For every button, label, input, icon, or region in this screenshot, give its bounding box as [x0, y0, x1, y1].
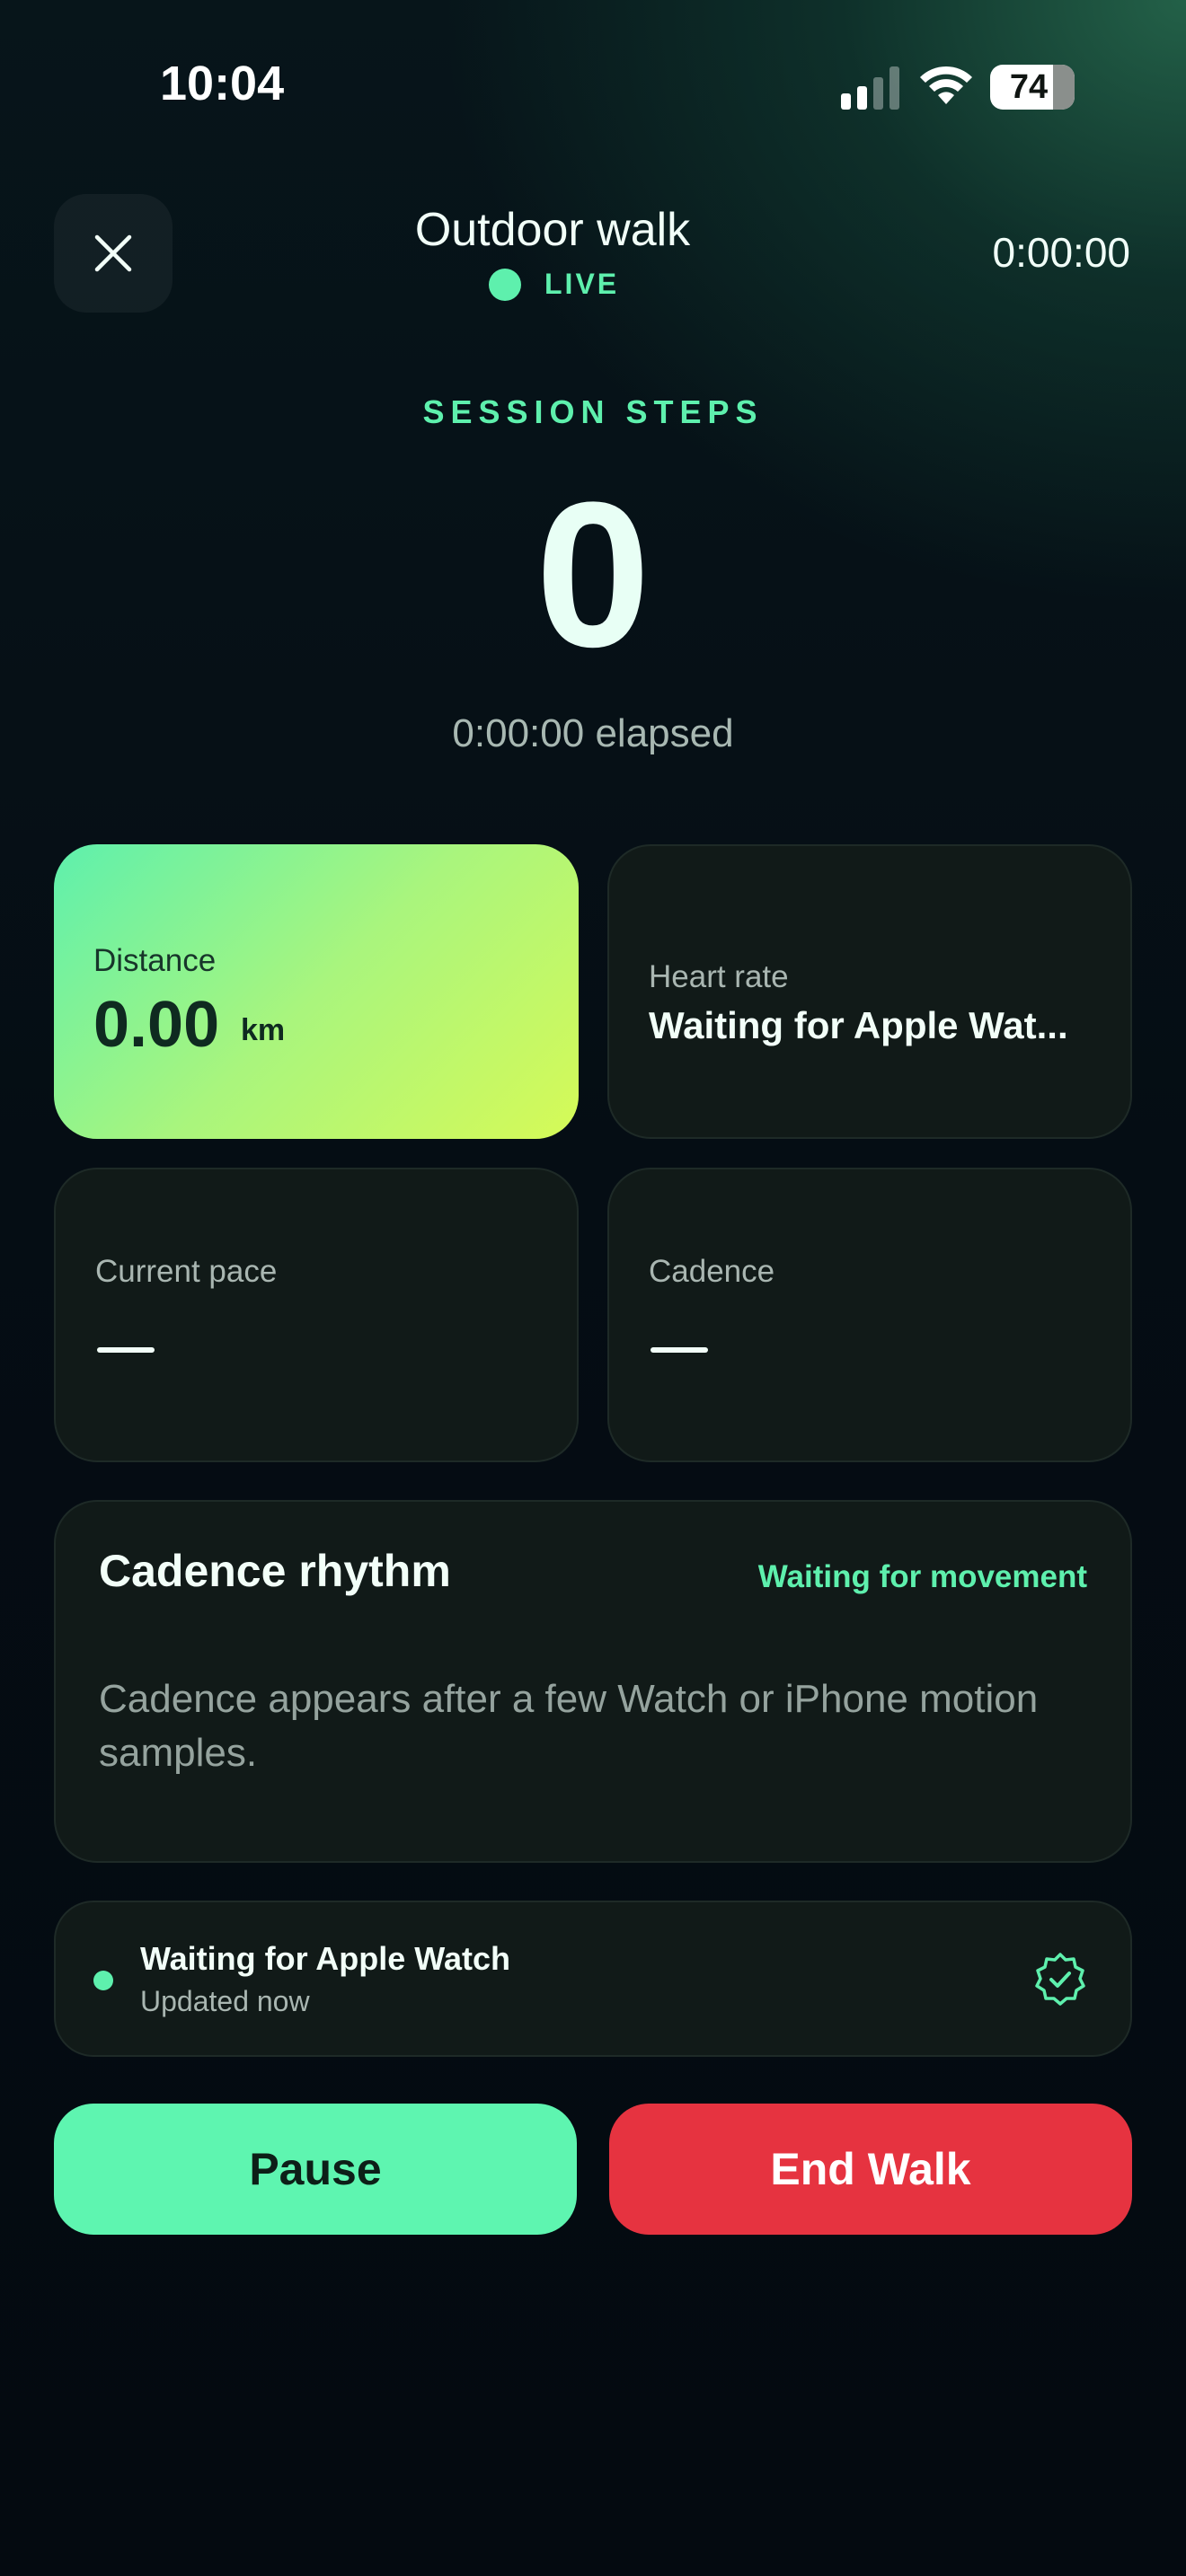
verified-badge-icon — [1035, 1953, 1085, 2006]
rhythm-description: Cadence appears after a few Watch or iPh… — [99, 1677, 1039, 1775]
cadence-empty-dash — [651, 1347, 708, 1353]
cadence-rhythm-card: Cadence rhythm Waiting for movement Cade… — [54, 1500, 1132, 1863]
rhythm-title: Cadence rhythm — [99, 1546, 451, 1596]
wifi-icon — [920, 66, 972, 104]
watch-status-subtitle: Updated now — [140, 1985, 310, 2017]
cellular-signal-icon — [841, 66, 900, 110]
watch-status-title: Waiting for Apple Watch — [140, 1940, 510, 1977]
page-title: Outdoor walk — [414, 204, 691, 256]
session-steps-label: SESSION STEPS — [422, 393, 764, 430]
cadence-card: Cadence — [607, 1168, 1132, 1462]
pause-button[interactable]: Pause — [54, 2104, 577, 2235]
status-dot-icon — [93, 1971, 113, 1990]
pace-card: Current pace — [54, 1168, 579, 1462]
battery-indicator: 74 — [990, 65, 1075, 110]
heart-rate-label: Heart rate — [649, 959, 789, 994]
end-walk-button[interactable]: End Walk — [609, 2104, 1132, 2235]
pace-label: Current pace — [95, 1254, 278, 1289]
live-indicator: LIVE — [489, 268, 619, 301]
distance-unit: km — [241, 1013, 286, 1047]
elapsed-time: 0:00:00 elapsed — [452, 711, 734, 755]
close-button[interactable] — [54, 194, 173, 313]
distance-value: 0.00 — [93, 989, 220, 1061]
live-label: LIVE — [544, 268, 620, 300]
live-dot-icon — [489, 268, 521, 301]
status-time: 10:04 — [160, 57, 285, 110]
heart-rate-card: Heart rate Waiting for Apple Wat... — [607, 844, 1132, 1139]
heart-rate-value: Waiting for Apple Wat... — [649, 1004, 1068, 1046]
close-icon — [94, 234, 132, 272]
session-timer: 0:00:00 — [992, 229, 1130, 276]
cadence-label: Cadence — [649, 1254, 775, 1289]
battery-percent: 74 — [1009, 68, 1049, 106]
rhythm-status: Waiting for movement — [757, 1559, 1087, 1594]
pace-empty-dash — [97, 1347, 155, 1353]
distance-card: Distance 0.00 km — [54, 844, 579, 1139]
distance-label: Distance — [93, 943, 217, 978]
watch-status-card: Waiting for Apple Watch Updated now — [54, 1901, 1132, 2057]
session-steps-count: 0 — [535, 459, 651, 690]
